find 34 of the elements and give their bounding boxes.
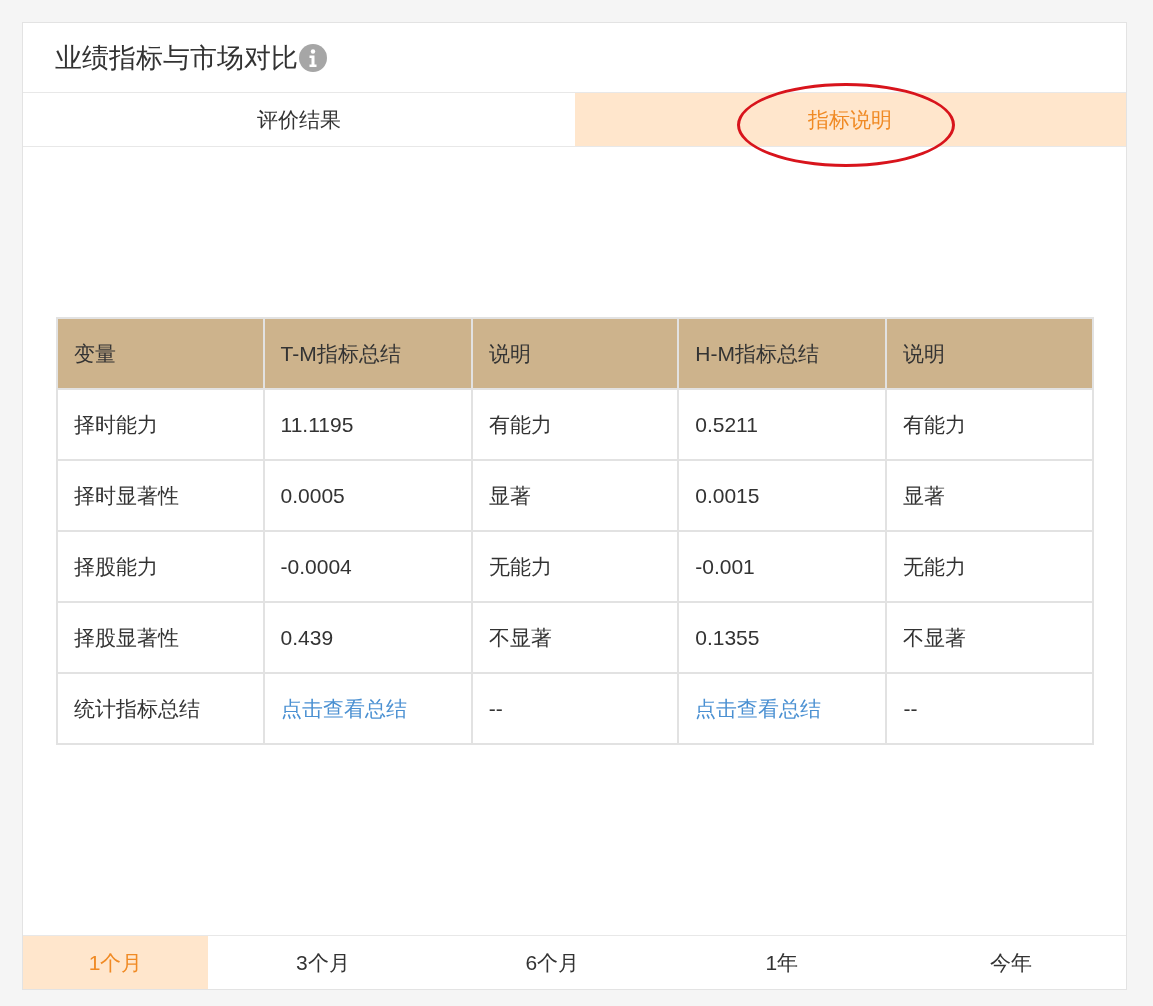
table-cell: 0.0015 [678,460,887,531]
table-cell: 不显著 [886,602,1093,673]
table-cell: 0.5211 [678,389,887,460]
table-cell: 0.439 [263,602,472,673]
table-cell: 不显著 [471,602,679,673]
table-cell: 有能力 [471,389,679,460]
table-cell: 11.1195 [263,389,472,460]
table-cell: 0.1355 [678,602,887,673]
table-cell: -- [886,673,1093,744]
table-cell: 显著 [471,460,679,531]
period-tab[interactable]: 3个月 [208,936,438,989]
table-cell: 择时显著性 [57,460,264,531]
table-cell: 显著 [886,460,1093,531]
column-header: 变量 [57,318,264,389]
period-tab[interactable]: 6个月 [437,936,667,989]
table-cell: 0.0005 [263,460,472,531]
panel-title: 业绩指标与市场对比 [55,41,298,75]
table-cell: 择股能力 [57,531,264,602]
column-header: 说明 [886,318,1093,389]
table-cell: -0.001 [678,531,887,602]
table-cell: 统计指标总结 [57,673,264,744]
table-cell: 无能力 [471,531,679,602]
table-cell: -0.0004 [263,531,472,602]
period-tab[interactable]: 1年 [667,936,897,989]
table-cell: 无能力 [886,531,1093,602]
info-icon[interactable] [299,43,327,72]
column-header: T-M指标总结 [263,318,472,389]
table-cell: 有能力 [886,389,1093,460]
period-tab[interactable]: 今年 [896,936,1126,989]
table-cell: 择时能力 [57,389,264,460]
table-cell: 择股显著性 [57,602,264,673]
column-header: 说明 [471,318,679,389]
table-cell: -- [471,673,679,744]
column-header: H-M指标总结 [678,318,887,389]
